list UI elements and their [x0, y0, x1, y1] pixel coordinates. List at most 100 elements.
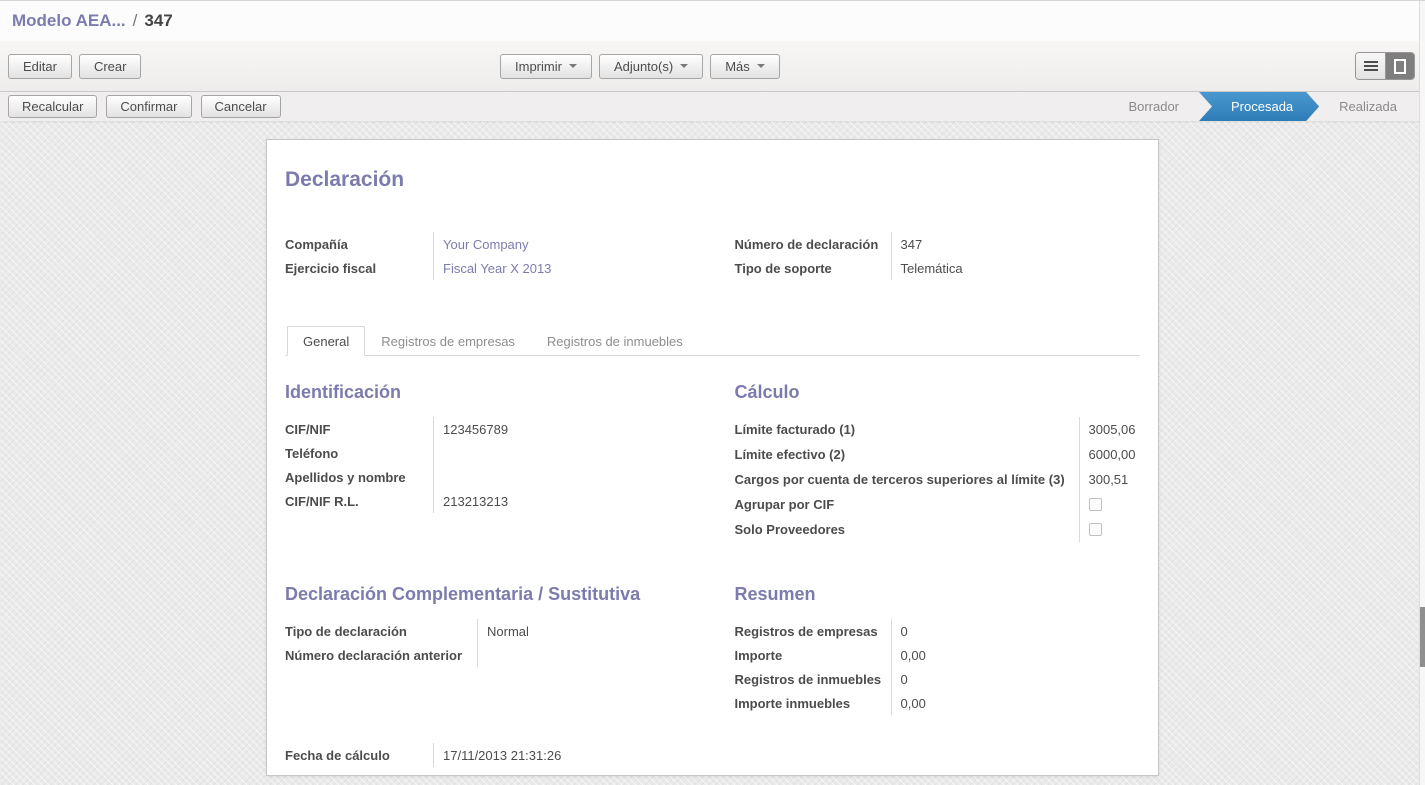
header-fields: Compañía Your Company Ejercicio fiscal F…: [285, 232, 1140, 280]
page: Modelo AEA... / 347 Editar Crear Imprimi…: [0, 0, 1425, 785]
field-label: Importe: [735, 643, 891, 667]
tab-registros-de-inmuebles[interactable]: Registros de inmuebles: [531, 326, 699, 356]
field-value: Normal: [477, 619, 691, 643]
field-label: Apellidos y nombre: [285, 465, 433, 489]
print-dropdown-button[interactable]: Imprimir: [500, 54, 592, 79]
form-view-button[interactable]: [1385, 53, 1414, 79]
field-row-solo-proveedores: Solo Proveedores: [735, 517, 1141, 542]
notebook-tabs: General Registros de empresas Registros …: [285, 326, 1140, 356]
cancel-button[interactable]: Cancelar: [201, 95, 281, 118]
edit-button[interactable]: Editar: [8, 54, 72, 79]
breadcrumb-parent-link[interactable]: Modelo AEA...: [12, 11, 126, 31]
section-identificacion: Identificación CIF/NIF 123456789 Teléfon…: [285, 382, 691, 542]
field-label: Tipo de declaración: [285, 619, 477, 643]
field-label: Solo Proveedores: [735, 517, 1079, 542]
status-bar: Recalcular Confirmar Cancelar Borrador P…: [0, 91, 1425, 121]
fiscal-year-link[interactable]: Fiscal Year X 2013: [433, 256, 691, 280]
more-label: Más: [725, 59, 750, 74]
field-row-registros-inmuebles: Registros de inmuebles 0: [735, 667, 1141, 691]
agrupar-por-cif-checkbox[interactable]: [1089, 498, 1102, 511]
confirm-button[interactable]: Confirmar: [106, 95, 191, 118]
field-row-telefono: Teléfono: [285, 441, 691, 465]
view-switcher: [1355, 52, 1415, 80]
field-row-limite-facturado: Límite facturado (1) 3005,06: [735, 417, 1141, 442]
company-link[interactable]: Your Company: [433, 232, 691, 256]
field-value: 300,51: [1079, 467, 1141, 492]
attachments-dropdown-button[interactable]: Adjunto(s): [599, 54, 703, 79]
form-view-icon: [1394, 59, 1406, 74]
field-label: Registros de empresas: [735, 619, 891, 643]
vertical-scrollbar[interactable]: [1419, 1, 1425, 785]
header-fields-left: Compañía Your Company Ejercicio fiscal F…: [285, 232, 691, 280]
field-row-registros-empresas: Registros de empresas 0: [735, 619, 1141, 643]
solo-proveedores-checkbox[interactable]: [1089, 523, 1102, 536]
field-row-numero-declaracion-anterior: Número declaración anterior: [285, 643, 691, 667]
field-row-importe-inmuebles: Importe inmuebles 0,00: [735, 691, 1141, 715]
field-label: Fecha de cálculo: [285, 743, 433, 767]
header-fields-right: Número de declaración 347 Tipo de soport…: [735, 232, 1141, 280]
field-row-compania: Compañía Your Company: [285, 232, 691, 256]
sheet-footer: Fecha de cálculo 17/11/2013 21:31:26: [285, 743, 713, 767]
section-title: Cálculo: [735, 382, 1141, 403]
section-calculo: Cálculo Límite facturado (1) 3005,06 Lím…: [735, 382, 1141, 542]
recalculate-button[interactable]: Recalcular: [8, 95, 97, 118]
section-title: Identificación: [285, 382, 691, 403]
field-label: Compañía: [285, 232, 433, 256]
scrollbar-thumb[interactable]: [1420, 607, 1425, 667]
field-value: [433, 465, 691, 489]
field-value: 0: [891, 667, 1141, 691]
status-steps: Borrador Procesada Realizada: [1108, 92, 1417, 121]
field-value: 347: [891, 232, 1141, 256]
tab-general[interactable]: General: [287, 326, 365, 356]
field-label: Tipo de soporte: [735, 256, 891, 280]
sheet-title: Declaración: [285, 168, 1140, 192]
field-label: CIF/NIF: [285, 417, 433, 441]
section-complementaria: Declaración Complementaria / Sustitutiva…: [285, 584, 691, 715]
field-row-tipo-soporte: Tipo de soporte Telemática: [735, 256, 1141, 280]
toolbar-center-group: Imprimir Adjunto(s) Más: [500, 54, 780, 79]
field-row-agrupar-por-cif: Agrupar por CIF: [735, 492, 1141, 517]
field-row-limite-efectivo: Límite efectivo (2) 6000,00: [735, 442, 1141, 467]
field-value: [1079, 492, 1141, 517]
field-value: [433, 441, 691, 465]
attachments-label: Adjunto(s): [614, 59, 673, 74]
status-step-procesada[interactable]: Procesada: [1199, 92, 1319, 121]
print-label: Imprimir: [515, 59, 562, 74]
field-label: Número de declaración: [735, 232, 891, 256]
tab-registros-de-empresas[interactable]: Registros de empresas: [365, 326, 531, 356]
field-row-cif-nif-rl: CIF/NIF R.L. 213213213: [285, 489, 691, 513]
list-view-button[interactable]: [1356, 53, 1385, 79]
section-resumen: Resumen Registros de empresas 0 Importe …: [735, 584, 1141, 715]
field-value: [477, 643, 691, 667]
caret-down-icon: [569, 64, 577, 68]
tab-general-content: Identificación CIF/NIF 123456789 Teléfon…: [285, 382, 1140, 715]
toolbar: Editar Crear Imprimir Adjunto(s) Más: [0, 41, 1425, 91]
field-value: 0,00: [891, 691, 1141, 715]
field-value: 0,00: [891, 643, 1141, 667]
section-title: Declaración Complementaria / Sustitutiva: [285, 584, 691, 605]
breadcrumb-current: 347: [144, 11, 172, 31]
caret-down-icon: [680, 64, 688, 68]
field-value: Telemática: [891, 256, 1141, 280]
field-row-fecha-de-calculo: Fecha de cálculo 17/11/2013 21:31:26: [285, 743, 713, 767]
content-area: Declaración Compañía Your Company Ejerci…: [0, 121, 1425, 785]
status-step-borrador[interactable]: Borrador: [1108, 92, 1199, 121]
more-dropdown-button[interactable]: Más: [710, 54, 780, 79]
create-button[interactable]: Crear: [79, 54, 142, 79]
field-value: 17/11/2013 21:31:26: [433, 743, 713, 767]
field-value: 213213213: [433, 489, 691, 513]
caret-down-icon: [757, 64, 765, 68]
breadcrumb: Modelo AEA... / 347: [0, 1, 1425, 41]
field-label: Agrupar por CIF: [735, 492, 1079, 517]
form-sheet: Declaración Compañía Your Company Ejerci…: [266, 139, 1159, 776]
workflow-buttons: Recalcular Confirmar Cancelar: [8, 95, 281, 118]
field-row-cargos-terceros: Cargos por cuenta de terceros superiores…: [735, 467, 1141, 492]
section-title: Resumen: [735, 584, 1141, 605]
field-label: Importe inmuebles: [735, 691, 891, 715]
field-row-apellidos-y-nombre: Apellidos y nombre: [285, 465, 691, 489]
field-value: 123456789: [433, 417, 691, 441]
status-step-realizada[interactable]: Realizada: [1319, 92, 1417, 121]
breadcrumb-separator: /: [133, 11, 138, 31]
field-label: Límite efectivo (2): [735, 442, 1079, 467]
field-row-tipo-declaracion: Tipo de declaración Normal: [285, 619, 691, 643]
